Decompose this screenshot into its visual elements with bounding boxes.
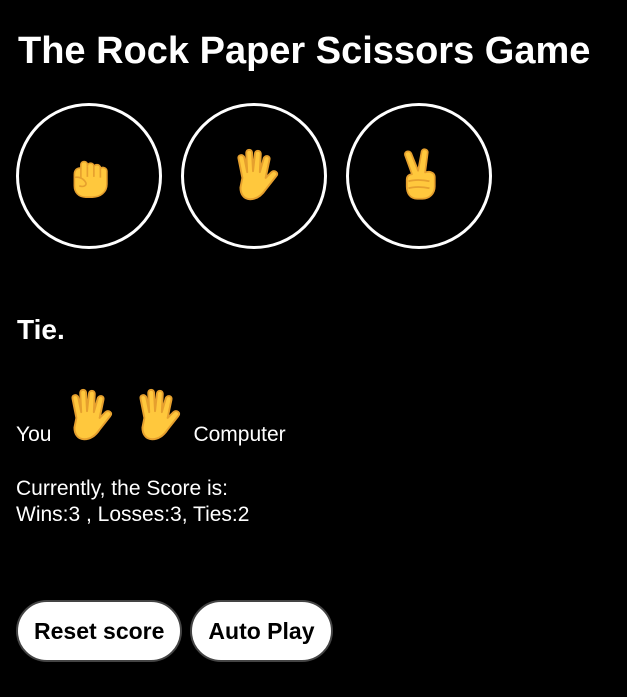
computer-move-raised-hand-icon (125, 383, 187, 449)
paper-button[interactable] (181, 103, 327, 249)
raised-hand-icon (223, 145, 285, 207)
result-text: Tie. (17, 314, 65, 345)
game-page: The Rock Paper Scissors Game Tie. You Co… (0, 0, 627, 697)
player-move-raised-hand-icon (57, 383, 119, 449)
score-summary: Wins:3 , Losses:3, Ties:2 (16, 503, 250, 526)
you-label: You (16, 423, 52, 446)
victory-hand-icon (391, 146, 447, 206)
reset-score-button[interactable]: Reset score (16, 600, 183, 662)
scissors-button[interactable] (346, 103, 492, 249)
move-buttons (16, 103, 492, 249)
score-heading: Currently, the Score is: (16, 477, 229, 500)
fist-icon (63, 150, 115, 202)
played-moves: You Computer (16, 383, 286, 449)
rock-button[interactable] (16, 103, 162, 249)
page-title: The Rock Paper Scissors Game (18, 30, 591, 72)
control-buttons: Reset score Auto Play (16, 600, 333, 662)
computer-label: Computer (193, 423, 286, 446)
auto-play-button[interactable]: Auto Play (190, 600, 333, 662)
score-panel: Currently, the Score is: Wins:3 , Losses… (16, 476, 249, 528)
